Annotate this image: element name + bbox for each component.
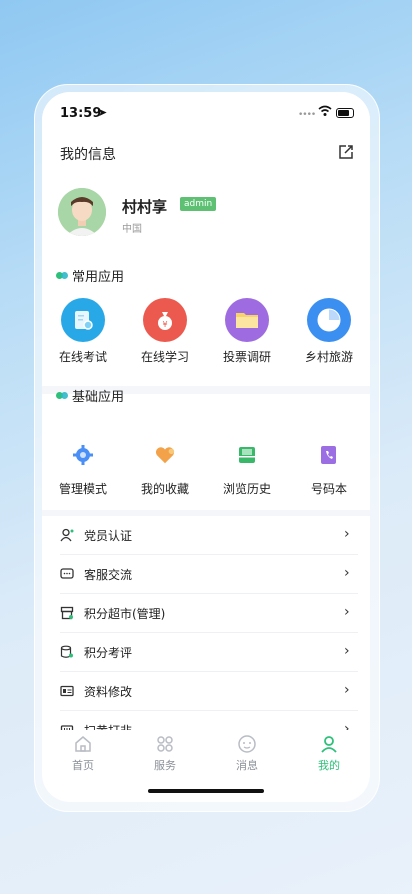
battery-icon <box>336 108 354 118</box>
app-label: 号码本 <box>310 482 347 496</box>
money-bag-icon: ¥ <box>143 298 187 342</box>
folder-icon <box>225 298 269 342</box>
app-label: 在线考试 <box>58 350 107 364</box>
tab-services[interactable]: 服务 <box>124 734 206 773</box>
menu-item-party-member-auth[interactable]: 党员认证 › <box>42 516 370 555</box>
basic-apps-grid: 管理模式 我的收藏 浏览历史 号码本 <box>42 440 370 497</box>
avatar-face-icon <box>58 188 106 236</box>
chevron-right-icon: › <box>344 604 350 620</box>
status-bar: 13:59 ➤ •••• <box>42 92 370 136</box>
menu-item-label: 客服交流 <box>84 568 133 582</box>
common-apps-title: 常用应用 <box>72 270 125 285</box>
app-my-favorites[interactable]: 我的收藏 <box>124 440 206 497</box>
basic-apps-title: 基础应用 <box>72 390 125 405</box>
app-label: 乡村旅游 <box>304 350 353 364</box>
chevron-right-icon: › <box>344 526 350 542</box>
menu-item-edit-profile[interactable]: 资料修改 › <box>42 672 370 711</box>
app-label: 我的收藏 <box>140 482 189 496</box>
app-manage-mode[interactable]: 管理模式 <box>42 440 124 497</box>
section-dots-icon <box>56 272 68 279</box>
common-apps-grid: 在线考试 ¥ 在线学习 投票调研 乡村旅游 <box>42 298 370 365</box>
profile-card: 我的信息 村村享 admin 中国 常用应用 在线考试 ¥ 在线学习 投票调研 … <box>42 136 370 386</box>
basic-apps-card: 基础应用 管理模式 我的收藏 浏览历史 号码本 <box>42 390 370 510</box>
role-badge: admin <box>180 197 217 211</box>
menu-item-label: 积分超市(管理) <box>84 607 166 621</box>
edit-icon[interactable] <box>338 144 354 160</box>
page-title: 我的信息 <box>60 147 116 163</box>
tab-home[interactable]: 首页 <box>42 734 124 773</box>
chevron-right-icon: › <box>344 682 350 698</box>
app-online-exam[interactable]: 在线考试 <box>42 298 124 365</box>
user-icon <box>60 528 74 542</box>
tab-label: 服务 <box>154 759 176 772</box>
app-label: 在线学习 <box>140 350 189 364</box>
app-label: 管理模式 <box>58 482 107 496</box>
status-time: 13:59 <box>60 106 102 121</box>
inbox-icon <box>236 444 258 466</box>
bottom-tab-bar: 首页 服务 消息 我的 <box>42 730 370 802</box>
id-card-icon <box>60 685 74 697</box>
menu-list: 党员认证 › 客服交流 › 积分超市(管理) › 积分考评 › 资料修改 › › <box>42 516 370 746</box>
user-name: 村村享 <box>122 198 168 216</box>
gear-icon <box>72 444 94 466</box>
home-icon <box>75 736 91 752</box>
location-arrow-icon: ➤ <box>98 106 108 119</box>
svg-text:¥: ¥ <box>162 320 167 329</box>
app-label: 浏览历史 <box>222 482 271 496</box>
basic-apps-header: 基础应用 <box>56 386 124 405</box>
chevron-right-icon: › <box>344 565 350 581</box>
app-vote-survey[interactable]: 投票调研 <box>206 298 288 365</box>
tab-label-active: 我的 <box>318 759 340 772</box>
message-icon <box>238 735 256 753</box>
app-online-learning[interactable]: ¥ 在线学习 <box>124 298 206 365</box>
section-dots-icon <box>56 392 68 399</box>
person-icon <box>321 736 337 753</box>
tab-messages[interactable]: 消息 <box>206 734 288 773</box>
user-region: 中国 <box>122 224 142 235</box>
chevron-right-icon: › <box>344 643 350 659</box>
home-indicator <box>148 789 264 793</box>
app-label: 投票调研 <box>222 350 271 364</box>
phone-book-icon <box>318 444 340 466</box>
grid-icon <box>157 736 173 752</box>
avatar[interactable] <box>58 188 106 236</box>
wifi-icon <box>318 105 332 116</box>
app-rural-tourism[interactable]: 乡村旅游 <box>288 298 370 365</box>
app-browse-history[interactable]: 浏览历史 <box>206 440 288 497</box>
common-apps-header: 常用应用 <box>56 266 124 285</box>
chat-icon <box>60 568 74 579</box>
menu-item-label: 党员认证 <box>84 529 133 543</box>
menu-item-label: 积分考评 <box>84 646 133 660</box>
store-icon <box>60 606 74 620</box>
app-phone-book[interactable]: 号码本 <box>288 440 370 497</box>
tab-label: 首页 <box>72 759 94 772</box>
tab-label: 消息 <box>236 759 258 772</box>
pie-chart-icon <box>307 298 351 342</box>
exam-icon <box>61 298 105 342</box>
heart-icon <box>154 444 176 466</box>
tab-me[interactable]: 我的 <box>288 734 370 773</box>
menu-item-points-evaluation[interactable]: 积分考评 › <box>42 633 370 672</box>
coins-icon <box>60 645 73 658</box>
menu-item-customer-service[interactable]: 客服交流 › <box>42 555 370 594</box>
menu-item-points-store[interactable]: 积分超市(管理) › <box>42 594 370 633</box>
menu-item-label: 资料修改 <box>84 685 133 699</box>
phone-screen: 13:59 ➤ •••• 我的信息 村村享 admin 中国 常用应用 在线考试… <box>42 92 370 802</box>
signal-icon: •••• <box>298 110 316 120</box>
